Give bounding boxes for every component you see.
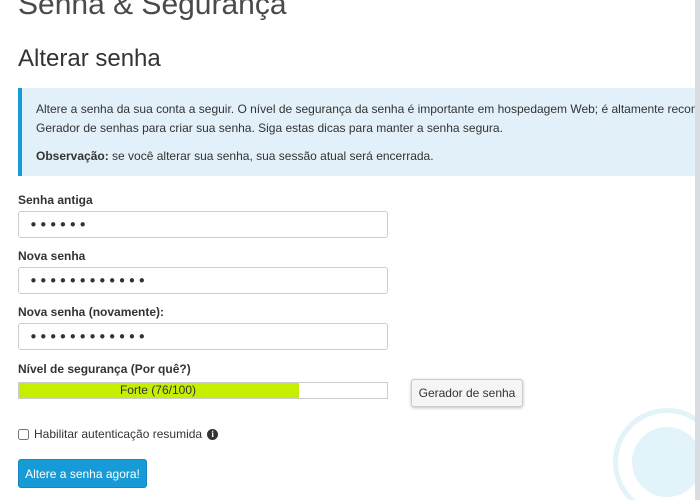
info-note-text: se você alterar sua senha, sua sessão at… (108, 149, 434, 163)
digest-auth-label[interactable]: Habilitar autenticação resumida (34, 427, 202, 441)
info-note-label: Observação: (36, 149, 109, 163)
info-text-line-2: Gerador de senhas para criar sua senha. … (36, 121, 503, 135)
digest-auth-row: Habilitar autenticação resumida i (18, 426, 219, 442)
new-password-label: Nova senha (18, 249, 86, 263)
strength-label: Nível de segurança (Por quê?) (18, 362, 191, 376)
strength-meter-text: Forte (76/100) (119, 383, 197, 397)
old-password-label: Senha antiga (18, 193, 93, 207)
new-password-input[interactable] (18, 267, 388, 294)
section-title: Alterar senha (18, 45, 161, 72)
logo-watermark-inner (632, 427, 695, 497)
main-panel: Senha & Segurança Alterar senha Altere a… (0, 0, 695, 500)
strength-meter: Forte (76/100) (18, 382, 388, 399)
info-note: Observação: se você alterar sua senha, s… (36, 147, 695, 166)
logo-watermark-icon (613, 408, 695, 500)
info-circle-icon[interactable]: i (207, 428, 219, 440)
confirm-password-label: Nova senha (novamente): (18, 305, 165, 319)
confirm-password-input[interactable] (18, 323, 388, 350)
password-generator-button[interactable]: Gerador de senha (411, 379, 523, 407)
window-edge (695, 0, 700, 500)
old-password-input[interactable] (18, 211, 388, 238)
page-title: Senha & Segurança (18, 0, 287, 21)
info-callout: Altere a senha da sua conta a seguir. O … (18, 88, 695, 176)
digest-auth-checkbox[interactable] (18, 428, 29, 440)
change-password-submit-button[interactable]: Altere a senha agora! (18, 459, 147, 488)
info-text-line-1: Altere a senha da sua conta a seguir. O … (36, 102, 695, 116)
